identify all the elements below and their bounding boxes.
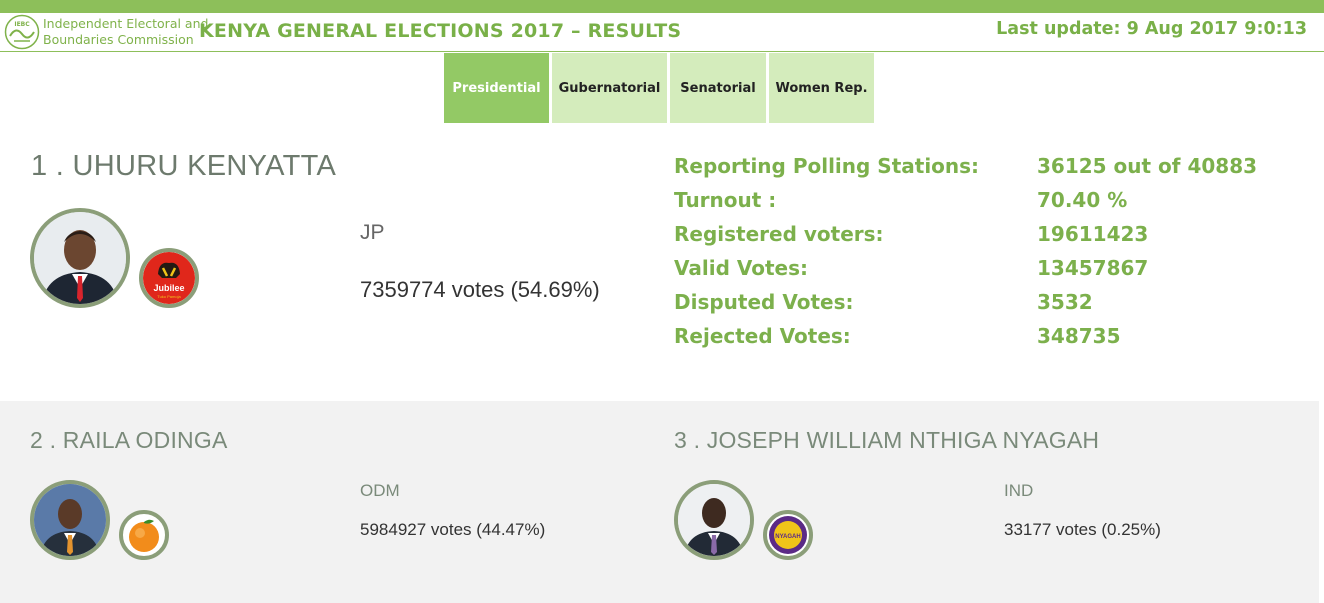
stat-label: Valid Votes: — [674, 256, 809, 280]
stat-label: Reporting Polling Stations: — [674, 154, 980, 178]
tab-women-rep[interactable]: Women Rep. — [769, 53, 874, 123]
stat-label: Registered voters: — [674, 222, 884, 246]
tab-senatorial[interactable]: Senatorial — [670, 53, 766, 123]
stat-label: Rejected Votes: — [674, 324, 851, 348]
candidate-photo — [30, 480, 110, 560]
page-title: KENYA GENERAL ELECTIONS 2017 – RESULTS — [199, 20, 682, 42]
top-accent-bar — [0, 0, 1324, 13]
stat-value: 36125 out of 40883 — [1037, 154, 1258, 178]
stat-value: 70.40 % — [1037, 188, 1128, 212]
candidate-party: ODM — [360, 481, 400, 500]
tab-presidential[interactable]: Presidential — [444, 53, 549, 123]
stat-value: 3532 — [1037, 290, 1093, 314]
candidate-party: JP — [360, 221, 385, 244]
last-update-timestamp: Last update: 9 Aug 2017 9:0:13 — [996, 19, 1307, 39]
candidate-votes: 33177 votes (0.25%) — [1004, 520, 1161, 539]
candidate-party: IND — [1004, 481, 1034, 500]
candidate-name: 1 . UHURU KENYATTA — [31, 150, 337, 182]
stat-value: 19611423 — [1037, 222, 1149, 246]
candidate-photo — [30, 208, 130, 308]
svg-text:IEBC: IEBC — [14, 21, 30, 28]
stat-value: 13457867 — [1037, 256, 1149, 280]
candidate-name: 2 . RAILA ODINGA — [30, 427, 228, 453]
party-logo: Jubilee Tuko Pamoja — [139, 248, 199, 308]
orange-fruit-icon — [129, 519, 159, 552]
stat-label: Disputed Votes: — [674, 290, 854, 314]
page-header: IEBC Independent Electoral and Boundarie… — [0, 13, 1324, 52]
iebc-logo: IEBC — [4, 14, 40, 50]
candidate-photo — [674, 480, 754, 560]
candidate-votes: 7359774 votes (54.69%) — [360, 277, 600, 302]
svg-text:NYAGAH: NYAGAH — [775, 534, 800, 540]
svg-text:Jubilee: Jubilee — [153, 283, 184, 293]
org-name-line-1: Independent Electoral and — [43, 16, 209, 31]
tab-gubernatorial[interactable]: Gubernatorial — [552, 53, 667, 123]
election-type-tabs: Presidential Gubernatorial Senatorial Wo… — [444, 53, 877, 123]
stat-label: Turnout : — [674, 188, 777, 212]
party-logo — [119, 510, 169, 560]
candidate-name: 3 . JOSEPH WILLIAM NTHIGA NYAGAH — [674, 427, 1100, 453]
stat-value: 348735 — [1037, 324, 1121, 348]
party-logo: NYAGAH — [763, 510, 813, 560]
svg-text:Tuko Pamoja: Tuko Pamoja — [157, 294, 181, 299]
org-name-line-2: Boundaries Commission — [43, 32, 194, 47]
candidate-votes: 5984927 votes (44.47%) — [360, 520, 546, 539]
organization-name: Independent Electoral and Boundaries Com… — [43, 16, 208, 48]
other-candidates: 2 . RAILA ODINGA ODM 5984927 votes (44.4… — [0, 401, 1319, 603]
